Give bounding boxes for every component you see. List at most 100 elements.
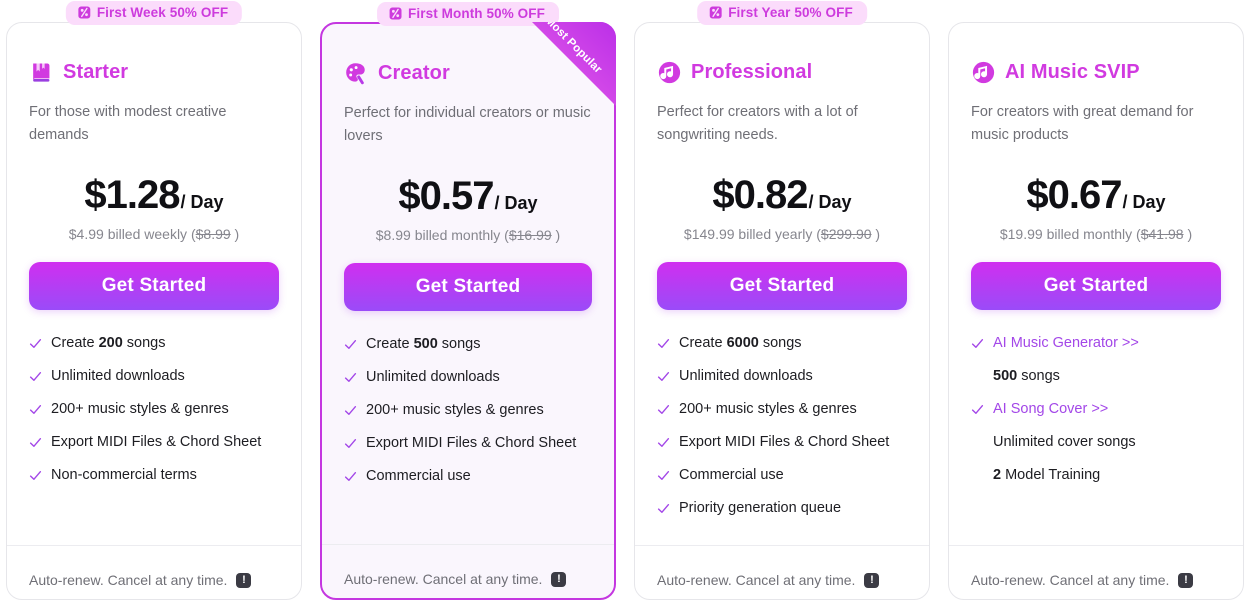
feature-item: Priority generation queue [657, 499, 907, 517]
feature-list: Create 200 songs Unlimited downloads 200… [29, 334, 279, 545]
feature-item: Unlimited downloads [344, 368, 592, 386]
discount-badge: First Month 50% OFF [377, 2, 559, 26]
feature-item: 200+ music styles & genres [344, 401, 592, 419]
plan-name: Professional [691, 60, 813, 83]
plan-price-row: $0.82 / Day [657, 173, 907, 218]
feature-item: 200+ music styles & genres [29, 400, 279, 418]
plan-price: $0.82 [712, 173, 808, 217]
info-exclamation-icon[interactable]: ! [551, 571, 567, 587]
get-started-button[interactable]: Get Started [971, 262, 1221, 310]
plan-header: Starter [29, 57, 279, 87]
pricing-card-professional[interactable]: First Year 50% OFF Professional Perfect … [634, 1, 930, 600]
feature-text: Create 200 songs [51, 335, 166, 351]
pricing-card-ai-music-svip[interactable]: AI Music SVIP For creators with great de… [948, 22, 1244, 600]
feature-text: Export MIDI Files & Chord Sheet [679, 434, 890, 450]
feature-text: Unlimited downloads [51, 368, 185, 384]
plan-name: AI Music SVIP [1005, 60, 1140, 83]
plan-description: For creators with great demand for music… [971, 104, 1194, 143]
plan-price-row: $0.67 / Day [971, 173, 1221, 218]
info-exclamation-icon[interactable]: ! [236, 572, 252, 588]
check-icon [29, 339, 42, 348]
feature-text: Create 500 songs [366, 336, 481, 352]
feature-item: Non-commercial terms [29, 466, 279, 484]
feature-item: Export MIDI Files & Chord Sheet [344, 434, 592, 452]
feature-text: Export MIDI Files & Chord Sheet [366, 435, 577, 451]
feature-link-item[interactable]: AI Song Cover >> [971, 400, 1221, 418]
feature-text: AI Music Generator >> [993, 335, 1139, 351]
auto-renew-note: Auto-renew. Cancel at any time. [344, 571, 543, 587]
check-icon [29, 372, 42, 381]
plan-price-unit: / Day [180, 192, 224, 212]
discount-badge-label: First Year 50% OFF [728, 5, 853, 20]
auto-renew-note: Auto-renew. Cancel at any time. [29, 572, 228, 588]
feature-highlight: 500 [993, 368, 1018, 384]
feature-item: Create 200 songs [29, 334, 279, 352]
info-exclamation-icon[interactable]: ! [1178, 572, 1194, 588]
book-icon [33, 63, 50, 82]
feature-item: 500 songs [993, 367, 1221, 385]
check-icon [657, 438, 670, 447]
feature-highlight: 2 [993, 467, 1002, 483]
check-icon [344, 439, 357, 448]
info-exclamation-icon[interactable]: ! [864, 572, 880, 588]
feature-text: 200+ music styles & genres [679, 401, 857, 417]
feature-item: Create 6000 songs [657, 334, 907, 352]
plan-price-unit: / Day [1122, 192, 1166, 212]
plan-price-unit: / Day [494, 193, 538, 213]
get-started-button[interactable]: Get Started [344, 263, 592, 311]
feature-highlight: 200 [98, 335, 123, 351]
auto-renew-note: Auto-renew. Cancel at any time. [657, 572, 856, 588]
feature-text: 200+ music styles & genres [366, 402, 544, 418]
check-icon [971, 339, 984, 348]
check-icon [657, 372, 670, 381]
plan-price: $1.28 [84, 173, 180, 217]
check-icon [344, 340, 357, 349]
palette-icon [346, 62, 365, 84]
plan-description: Perfect for individual creators or music… [344, 105, 591, 144]
feature-item: Unlimited downloads [657, 367, 907, 385]
pricing-card-starter[interactable]: First Week 50% OFF Starter For those wit… [6, 1, 302, 600]
feature-item: Export MIDI Files & Chord Sheet [657, 433, 907, 451]
feature-text: Create 6000 songs [679, 335, 802, 351]
plan-description: For those with modest creative demands [29, 104, 227, 143]
feature-item: Unlimited downloads [29, 367, 279, 385]
feature-item: Commercial use [657, 466, 907, 484]
check-icon [657, 405, 670, 414]
plan-footer: Auto-renew. Cancel at any time. ! [635, 545, 929, 599]
feature-text: Non-commercial terms [51, 467, 197, 483]
check-icon [657, 504, 670, 513]
check-icon [657, 471, 670, 480]
plan-original-price: $8.99 [195, 226, 231, 242]
feature-highlight: 500 [413, 336, 438, 352]
plan-name: Starter [63, 60, 129, 83]
discount-badge: First Year 50% OFF [697, 1, 867, 25]
check-icon [29, 438, 42, 447]
discount-percent-icon [709, 6, 722, 19]
plan-price: $0.67 [1026, 173, 1122, 217]
auto-renew-note: Auto-renew. Cancel at any time. [971, 572, 1170, 588]
check-icon [29, 471, 42, 480]
pricing-plans-container: First Week 50% OFF Starter For those wit… [0, 0, 1250, 604]
plan-billing-note: $4.99 billed weekly ($8.99 ) [68, 226, 240, 242]
feature-item: Unlimited cover songs [993, 433, 1221, 451]
feature-text: 500 songs [993, 368, 1060, 384]
get-started-button[interactable]: Get Started [29, 262, 279, 310]
feature-text: Unlimited downloads [366, 369, 500, 385]
discount-badge-label: First Month 50% OFF [408, 6, 545, 21]
get-started-button[interactable]: Get Started [657, 262, 907, 310]
feature-list: AI Music Generator >> 500 songs AI Song … [971, 334, 1221, 545]
feature-item: Create 500 songs [344, 335, 592, 353]
plan-original-price: $299.90 [820, 226, 872, 242]
check-icon [344, 406, 357, 415]
feature-link-item[interactable]: AI Music Generator >> [971, 334, 1221, 352]
feature-item: 2 Model Training [993, 466, 1221, 484]
feature-text: 200+ music styles & genres [51, 401, 229, 417]
plan-price-unit: / Day [808, 192, 852, 212]
check-icon [344, 373, 357, 382]
plan-original-price: $41.98 [1140, 226, 1184, 242]
discount-badge-label: First Week 50% OFF [96, 5, 229, 20]
feature-text: Commercial use [366, 468, 471, 484]
plan-header: AI Music SVIP [971, 57, 1221, 87]
feature-text: AI Song Cover >> [993, 401, 1109, 417]
pricing-card-creator[interactable]: First Month 50% OFF Most Popular Creator… [320, 2, 616, 600]
